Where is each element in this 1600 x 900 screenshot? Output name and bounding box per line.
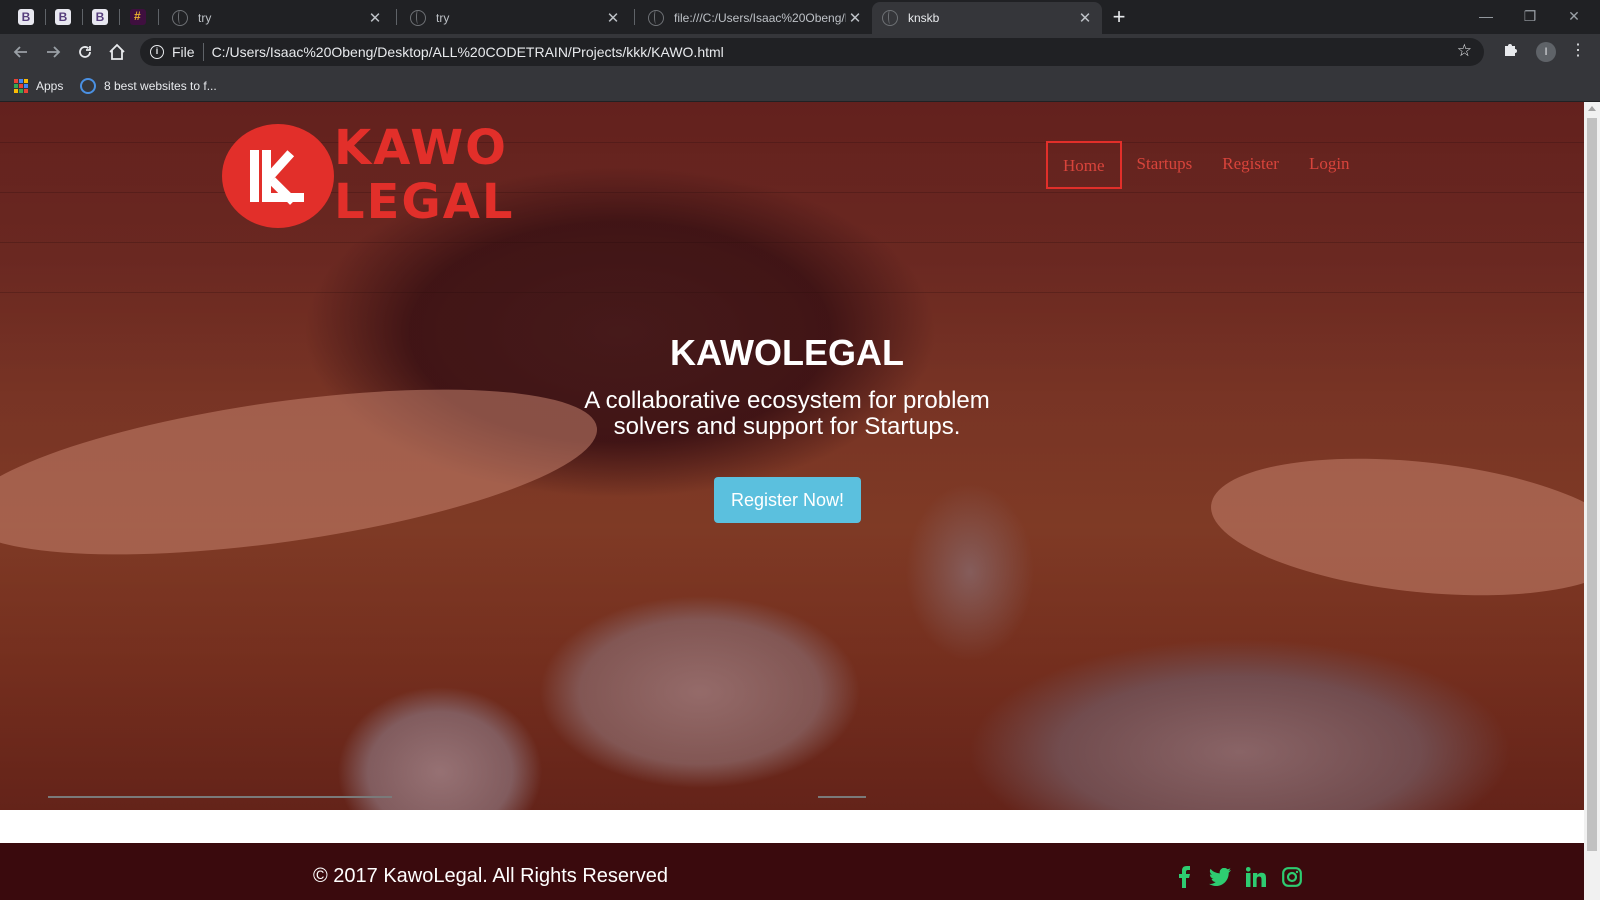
tab-title: file:///C:/Users/Isaac%20Obeng/D	[674, 11, 846, 25]
restore-button[interactable]: ❐	[1508, 4, 1552, 28]
hero-photo-arm	[1204, 440, 1584, 614]
tab-separator	[119, 9, 120, 25]
main-nav: Home Startups Register Login	[1046, 140, 1365, 190]
scroll-up-arrow-icon[interactable]	[1588, 106, 1596, 111]
logo-text-legal: LEGAL	[334, 174, 515, 230]
kebab-menu-icon[interactable]: ⋮	[1568, 40, 1588, 64]
minimize-button[interactable]: —	[1464, 4, 1508, 28]
hero-title: KAWOLEGAL	[670, 332, 904, 373]
page-viewport: KAWO LEGAL Home Startups Register Login …	[0, 102, 1584, 900]
tab-separator	[45, 9, 46, 25]
tab-strip: B B B try ✕ try ✕ file:///C:/Users/Isaac…	[0, 0, 1600, 34]
tab-title: knskb	[908, 11, 940, 25]
facebook-icon[interactable]	[1172, 865, 1196, 889]
tab-try-1[interactable]: try ✕	[162, 2, 392, 34]
website-icon	[80, 78, 96, 94]
scrollbar-thumb[interactable]	[1587, 118, 1597, 851]
close-window-button[interactable]: ✕	[1552, 4, 1596, 28]
nav-home[interactable]: Home	[1046, 141, 1122, 189]
footer-underline	[48, 796, 392, 798]
hero-section: KAWO LEGAL Home Startups Register Login …	[0, 102, 1584, 810]
nav-startups[interactable]: Startups	[1122, 141, 1208, 189]
tab-file[interactable]: file:///C:/Users/Isaac%20Obeng/D ✕	[638, 2, 872, 34]
pinned-tab-bootstrap-3[interactable]: B	[86, 5, 114, 29]
globe-icon	[172, 10, 188, 26]
brick-line	[0, 242, 1584, 243]
address-bar[interactable]: i File C:/Users/Isaac%20Obeng/Desktop/AL…	[140, 38, 1484, 66]
puzzle-icon	[1505, 44, 1517, 56]
bootstrap-icon: B	[55, 9, 71, 25]
bootstrap-icon: B	[92, 9, 108, 25]
pinned-tab-slack[interactable]	[124, 5, 152, 29]
tab-close-icon[interactable]: ✕	[1076, 9, 1094, 27]
tab-try-2[interactable]: try ✕	[400, 2, 630, 34]
bookmark-label: 8 best websites to f...	[104, 79, 217, 93]
pinned-tab-bootstrap-2[interactable]: B	[49, 5, 77, 29]
back-button[interactable]	[6, 37, 36, 67]
tab-separator	[158, 9, 159, 25]
nav-login[interactable]: Login	[1294, 141, 1365, 189]
url-text[interactable]: C:/Users/Isaac%20Obeng/Desktop/ALL%20COD…	[212, 44, 724, 60]
tab-close-icon[interactable]: ✕	[846, 9, 864, 27]
tab-title: try	[198, 11, 212, 25]
tab-close-icon[interactable]: ✕	[366, 9, 384, 27]
pinned-tab-bootstrap-1[interactable]: B	[12, 5, 40, 29]
back-arrow-icon	[13, 46, 27, 58]
social-links	[1172, 865, 1304, 889]
site-footer: © 2017 KawoLegal. All Rights Reserved	[0, 843, 1584, 900]
bookmarks-bar: Apps 8 best websites to f...	[0, 70, 1600, 102]
info-icon[interactable]: i	[150, 45, 164, 59]
logo-text-kawo: KAWO	[334, 120, 508, 176]
tab-separator	[396, 9, 397, 25]
extensions-puzzle-icon[interactable]	[1500, 42, 1520, 62]
tab-title: try	[436, 11, 450, 25]
new-tab-button[interactable]: +	[1108, 6, 1130, 28]
omnibox-divider	[202, 43, 204, 61]
bookmark-apps[interactable]: Apps	[14, 76, 63, 96]
bookmark-label: Apps	[36, 79, 64, 93]
forward-arrow-icon	[47, 46, 61, 58]
hero-subtitle-line: A collaborative ecosystem for problem	[584, 387, 990, 414]
white-spacer	[0, 810, 1584, 843]
kawo-legal-logo[interactable]: KAWO LEGAL	[222, 122, 522, 232]
tab-separator	[634, 9, 635, 25]
copyright-text: © 2017 KawoLegal. All Rights Reserved	[313, 865, 668, 887]
tab-separator	[82, 9, 83, 25]
tab-close-icon[interactable]: ✕	[604, 9, 622, 27]
twitter-icon[interactable]	[1208, 865, 1232, 889]
reload-icon	[79, 46, 91, 58]
vertical-scrollbar[interactable]	[1584, 102, 1600, 900]
bookmark-8-best-websites[interactable]: 8 best websites to f...	[80, 76, 217, 96]
bookmark-star-icon[interactable]: ☆	[1457, 41, 1472, 61]
register-now-button[interactable]: Register Now!	[714, 477, 861, 523]
globe-icon	[648, 10, 664, 26]
home-icon	[109, 43, 125, 60]
home-button[interactable]	[102, 37, 132, 67]
instagram-icon[interactable]	[1280, 865, 1304, 889]
hero-subtitle-line: solvers and support for Startups.	[613, 413, 961, 440]
reload-button[interactable]	[70, 37, 100, 67]
footer-underline	[818, 796, 866, 798]
apps-grid-icon	[14, 79, 28, 93]
browser-toolbar: i File C:/Users/Isaac%20Obeng/Desktop/AL…	[0, 34, 1600, 70]
nav-register[interactable]: Register	[1207, 141, 1294, 189]
slack-icon	[130, 9, 146, 25]
hero-subtitle: A collaborative ecosystem for problem so…	[0, 388, 1574, 440]
linkedin-icon[interactable]	[1244, 865, 1268, 889]
logo-lk-monogram	[250, 150, 306, 205]
scheme-label: File	[172, 44, 195, 60]
bootstrap-icon: B	[18, 9, 34, 25]
globe-icon	[410, 10, 426, 26]
brick-line	[0, 292, 1584, 293]
profile-avatar[interactable]: I	[1536, 42, 1556, 62]
tab-knskb[interactable]: knskb ✕	[872, 2, 1102, 34]
forward-button[interactable]	[38, 37, 68, 67]
globe-icon	[882, 10, 898, 26]
